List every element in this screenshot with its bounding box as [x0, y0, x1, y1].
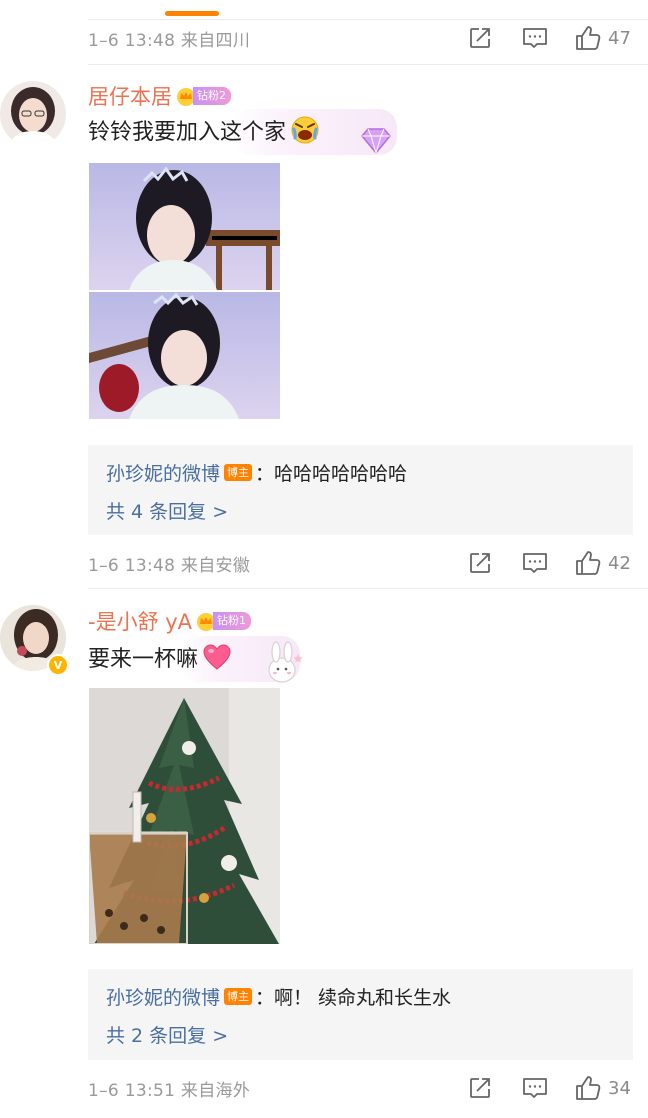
comment-text: 铃铃我要加入这个家: [88, 120, 287, 145]
comment-icon: [523, 1078, 547, 1098]
reply-preview[interactable]: 孙珍妮的微博 博主 ：啊！ 续命丸和长生水 共 2 条回复 >: [88, 969, 633, 1060]
comment-time-location: 1–6 13:48 来自四川: [88, 30, 251, 51]
comment-image-content: [89, 688, 280, 944]
comment-meta-row: 1–6 13:48 来自安徽 42: [88, 543, 648, 583]
comment-image[interactable]: [89, 688, 280, 944]
reply-author[interactable]: 孙珍妮的微博: [106, 459, 220, 486]
reply-count: 共 4 条回复 >: [106, 500, 229, 523]
comment-button[interactable]: [522, 551, 548, 575]
blogger-badge: 博主: [224, 463, 253, 481]
fan-level: 钻粉1: [213, 612, 252, 630]
comment-meta-row: 1–6 13:48 来自四川 47: [88, 18, 648, 58]
share-button[interactable]: [468, 551, 492, 575]
avatar-image: [0, 81, 66, 147]
comment-author: -是小舒 yA 钻粉1: [88, 606, 252, 636]
crying-emoji-icon: [291, 116, 319, 144]
comment-meta-row: 1–6 13:51 来自海外 34: [88, 1068, 648, 1108]
divider: [88, 64, 648, 65]
comment-image[interactable]: [89, 163, 280, 419]
heart-icon: [203, 644, 231, 670]
reply-text: ：啊！ 续命丸和长生水: [255, 986, 452, 1009]
username[interactable]: 居仔本居: [88, 81, 172, 111]
reply-author[interactable]: 孙珍妮的微博: [106, 983, 220, 1010]
comment-text: 要来一杯嘛: [88, 647, 199, 672]
reply-preview[interactable]: 孙珍妮的微博 博主 ：哈哈哈哈哈哈哈 共 4 条回复 >: [88, 445, 633, 535]
share-button[interactable]: [468, 1076, 492, 1100]
divider: [88, 588, 648, 589]
comment-text-row: 铃铃我要加入这个家: [88, 112, 320, 148]
comment-time-location: 1–6 13:51 来自海外: [88, 1080, 251, 1101]
blogger-badge: 博主: [224, 987, 253, 1005]
share-icon: [470, 1078, 490, 1098]
comment-time-location: 1–6 13:48 来自安徽: [88, 555, 251, 576]
gem-icon: [361, 128, 391, 155]
like-icon: [576, 26, 601, 50]
fan-badge[interactable]: 钻粉1: [196, 611, 252, 631]
fan-level: 钻粉2: [193, 87, 231, 105]
like-count: 34: [608, 1077, 631, 1099]
reply-item: 孙珍妮的微博 博主 ：哈哈哈哈哈哈哈: [106, 459, 407, 485]
share-button[interactable]: [468, 26, 492, 50]
view-replies-link[interactable]: 共 4 条回复 >: [106, 497, 228, 523]
avatar[interactable]: [0, 81, 66, 147]
tab-indicator: [165, 11, 219, 16]
reply-text: ：哈哈哈哈哈哈哈: [255, 462, 408, 485]
like-button[interactable]: 34: [574, 1074, 631, 1102]
comment-author: 居仔本居 钻粉2: [88, 83, 231, 109]
like-button[interactable]: 42: [574, 549, 631, 577]
bunny-sticker-icon: [268, 641, 303, 683]
comment-icon: [523, 28, 547, 48]
like-count: 47: [608, 27, 631, 49]
share-icon: [470, 28, 490, 48]
comment-button[interactable]: [522, 1076, 548, 1100]
comment-text-row: 要来一杯嘛: [88, 640, 232, 674]
reply-item: 孙珍妮的微博 博主 ：啊！ 续命丸和长生水: [106, 983, 451, 1009]
like-icon: [576, 1076, 601, 1100]
comment-image-content: [89, 163, 280, 419]
fan-badge[interactable]: 钻粉2: [176, 86, 231, 106]
username[interactable]: -是小舒 yA: [88, 606, 192, 636]
verified-icon: V: [47, 654, 69, 676]
like-count: 42: [608, 552, 631, 574]
comment-button[interactable]: [522, 26, 548, 50]
comment-icon: [523, 553, 547, 573]
view-replies-link[interactable]: 共 2 条回复 >: [106, 1021, 228, 1047]
like-button[interactable]: 47: [574, 24, 631, 52]
like-icon: [576, 551, 601, 575]
reply-count: 共 2 条回复 >: [106, 1024, 229, 1047]
share-icon: [470, 553, 490, 573]
